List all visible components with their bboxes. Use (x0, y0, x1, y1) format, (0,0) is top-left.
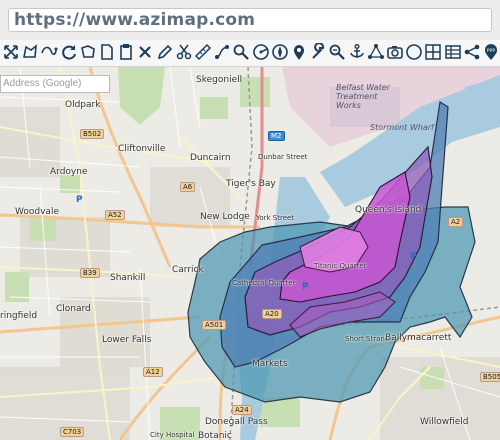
label-york-street: York Street (256, 214, 295, 222)
label-shankill: Shankill (110, 273, 146, 283)
camera-icon[interactable] (386, 43, 404, 61)
road-shield-a20: A20 (262, 309, 282, 319)
refresh-icon[interactable] (60, 43, 78, 61)
label-queens-island: Queen's Island (355, 205, 422, 215)
road-shield-a501: A501 (202, 320, 227, 330)
parking-icon-1: P (76, 195, 83, 205)
label-skegoniell: Skegoniell (196, 75, 243, 85)
url-text: https://www.azimap.com (14, 10, 256, 30)
label-clonard: Clonard (56, 304, 91, 314)
label-willowfield: Willowfield (420, 417, 469, 427)
label-stormont-wharf: Stormont Wharf (370, 123, 434, 132)
shape-outline-icon[interactable] (79, 43, 97, 61)
road-shield-a52: A52 (105, 210, 125, 220)
cut-icon[interactable] (175, 43, 193, 61)
road-shield-c703: C703 (60, 427, 85, 437)
compass-icon[interactable] (271, 43, 289, 61)
pencil-shapes-icon[interactable] (156, 43, 174, 61)
close-x-icon[interactable] (136, 43, 154, 61)
road-shield-b502: B502 (80, 129, 105, 139)
label-new-lodge: New Lodge (200, 212, 250, 222)
route-icon[interactable] (213, 43, 231, 61)
ruler-icon[interactable] (194, 43, 212, 61)
parking-icon-2: P (302, 282, 309, 292)
label-springfield: ringfield (0, 311, 38, 321)
draw-shape-icon[interactable] (40, 43, 58, 61)
location-pin-icon[interactable] (290, 43, 308, 61)
map-canvas[interactable]: Address (Google) Skegoniell Oldpark B502… (0, 67, 500, 440)
address-search-input[interactable]: Address (Google) (0, 75, 110, 93)
parking-icon-3: P (410, 252, 417, 262)
label-botanic: Botanic (198, 431, 232, 440)
label-woodvale: Woodvale (15, 207, 59, 217)
expand-arrows-icon[interactable] (2, 43, 20, 61)
document-icon[interactable] (98, 43, 116, 61)
label-short-strand: Short Strand (345, 335, 390, 343)
label-cathedral-quarter: Cathedral Quarter (232, 279, 296, 287)
ppp-marker-icon[interactable]: PPP (482, 43, 500, 61)
road-shield-b39: B39 (80, 268, 100, 278)
label-cliftonville: Cliftonville (118, 144, 166, 154)
map-toolbar: PPP (0, 40, 500, 67)
road-shield-b505: B505 (480, 372, 500, 382)
table-icon[interactable] (444, 43, 462, 61)
road-shield-a12: A12 (143, 367, 163, 377)
label-markets: Markets (252, 359, 288, 369)
search-map-icon[interactable] (232, 43, 250, 61)
radius-icon[interactable] (252, 43, 270, 61)
label-ardoyne: Ardoyne (50, 167, 88, 177)
label-tigers-bay: Tiger's Bay (226, 179, 276, 189)
label-dunbar-street: Dunbar Street (258, 153, 308, 161)
label-titanic-quarter: Titanic Quarter (314, 262, 367, 270)
anchor-icon[interactable] (348, 43, 366, 61)
wrench-icon[interactable] (309, 43, 327, 61)
svg-text:PPP: PPP (487, 48, 495, 54)
draw-polygon-icon[interactable] (21, 43, 39, 61)
clipboard-icon[interactable] (117, 43, 135, 61)
network-icon[interactable] (367, 43, 385, 61)
label-ballymacarrett: Ballymacarrett (385, 333, 452, 343)
road-shield-a6: A6 (180, 182, 196, 192)
road-shield-m2: M2 (268, 131, 285, 141)
label-duncairn: Duncairn (190, 153, 231, 163)
url-field[interactable]: https://www.azimap.com (8, 8, 492, 32)
label-belfast-water-treatment: Belfast Water Treatment Works (336, 83, 390, 110)
label-lower-falls: Lower Falls (102, 335, 152, 345)
label-city-hospital: City Hospital (150, 431, 195, 439)
road-shield-a2: A2 (448, 217, 464, 227)
road-shield-a24: A24 (232, 405, 252, 415)
label-donegall-pass: Donegall Pass (205, 417, 268, 427)
label-oldpark: Oldpark (65, 100, 101, 110)
grid-icon[interactable] (424, 43, 442, 61)
zoom-search-icon[interactable] (328, 43, 346, 61)
circle-icon[interactable] (405, 43, 423, 61)
browser-address-bar: https://www.azimap.com (0, 0, 500, 41)
label-carrick: Carrick (172, 265, 204, 275)
share-icon[interactable] (463, 43, 481, 61)
